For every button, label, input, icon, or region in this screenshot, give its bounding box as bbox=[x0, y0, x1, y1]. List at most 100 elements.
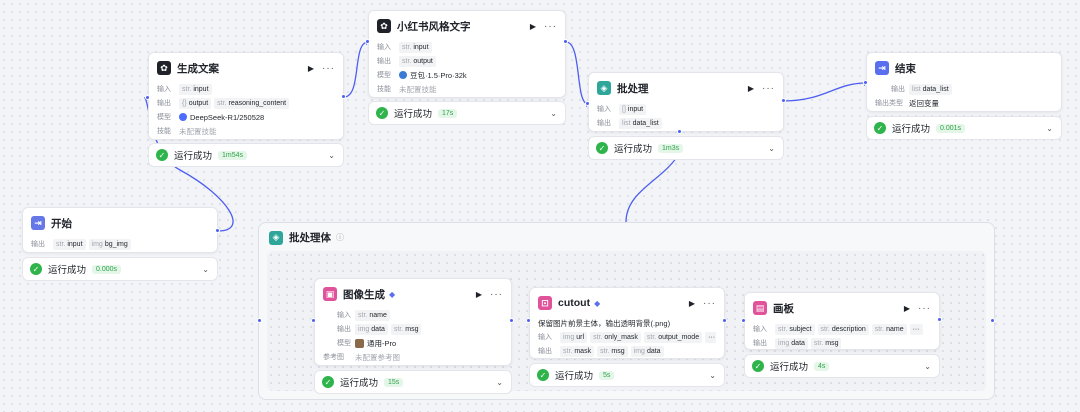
more-icon[interactable]: ··· bbox=[762, 83, 775, 94]
check-circle-icon: ✓ bbox=[537, 369, 549, 381]
llm-icon: ✿ bbox=[377, 19, 391, 33]
input-label: 输入 bbox=[337, 312, 351, 319]
input-port[interactable] bbox=[365, 39, 370, 44]
node-title: cutout bbox=[558, 297, 591, 309]
check-circle-icon: ✓ bbox=[752, 360, 764, 372]
output-port[interactable] bbox=[563, 39, 568, 44]
node-xhs-style[interactable]: ✿ 小红书风格文字 ▶ ··· 输入 str. input 输出 str. outp… bbox=[368, 10, 566, 98]
input-chip: str. output_mode bbox=[643, 331, 703, 343]
chevron-down-icon[interactable]: ⌄ bbox=[768, 144, 775, 153]
input-label: 输入 bbox=[597, 106, 611, 113]
output-chip: str. input bbox=[53, 238, 86, 250]
node-batch[interactable]: ◈ 批处理 ▶ ··· 输入 [] input 输出 list data_list bbox=[588, 72, 784, 132]
output-port[interactable] bbox=[781, 98, 786, 103]
doubao-logo-icon bbox=[399, 71, 407, 79]
time-badge: 4s bbox=[814, 361, 830, 371]
node-cutout[interactable]: ⊡ cutout ◆ ▶ ··· 保留图片前景主体，输出透明背景(.png) 输… bbox=[529, 287, 725, 359]
output-label: 输出 bbox=[31, 241, 45, 248]
model-value: 通用-Pro bbox=[367, 338, 397, 348]
chevron-down-icon[interactable]: ⌄ bbox=[550, 109, 557, 118]
play-icon[interactable]: ▶ bbox=[748, 84, 754, 93]
chevron-down-icon[interactable]: ⌄ bbox=[709, 371, 716, 380]
node-title: 生成文案 bbox=[177, 62, 219, 75]
model-label: 模型 bbox=[157, 114, 171, 121]
more-icon[interactable]: ··· bbox=[322, 63, 335, 74]
play-icon[interactable]: ▶ bbox=[689, 299, 695, 308]
info-icon[interactable]: ⓘ bbox=[336, 232, 344, 243]
model-thumbnail-icon bbox=[355, 338, 364, 348]
batch-body-output-port[interactable] bbox=[990, 318, 995, 323]
output-chip: str. msg bbox=[810, 337, 842, 349]
more-icon[interactable]: ··· bbox=[544, 21, 557, 32]
play-icon[interactable]: ▶ bbox=[476, 290, 482, 299]
batch-body-port[interactable] bbox=[677, 129, 682, 134]
node-end[interactable]: ⇥ 结束 输出 list data_list 输出类型 返回变量 bbox=[866, 52, 1062, 112]
output-chip: str. msg bbox=[597, 345, 628, 357]
input-port[interactable] bbox=[311, 318, 316, 323]
batch-body-input-port[interactable] bbox=[257, 318, 262, 323]
status-bar-start[interactable]: ✓ 运行成功 0.000s ⌄ bbox=[22, 257, 218, 281]
skill-value: 未配置技能 bbox=[399, 84, 437, 94]
more-inputs-chip[interactable]: ··· bbox=[705, 331, 716, 343]
input-chip: str. name bbox=[871, 323, 907, 335]
chevron-down-icon[interactable]: ⌄ bbox=[496, 378, 503, 387]
status-bar-batch[interactable]: ✓ 运行成功 1m3s ⌄ bbox=[588, 136, 784, 160]
input-port[interactable] bbox=[145, 95, 150, 100]
output-label: 输出 bbox=[337, 326, 351, 333]
output-type-label: 输出类型 bbox=[875, 100, 903, 107]
reference-label: 参考图 bbox=[323, 354, 344, 361]
status-bar-cutout[interactable]: ✓ 运行成功 5s ⌄ bbox=[529, 363, 725, 387]
output-port[interactable] bbox=[509, 318, 514, 323]
input-port[interactable] bbox=[741, 318, 746, 323]
output-type-value: 返回变量 bbox=[909, 98, 939, 108]
more-icon[interactable]: ··· bbox=[490, 289, 503, 300]
output-chip: str. msg bbox=[390, 323, 422, 335]
input-chip: str. name bbox=[355, 309, 390, 321]
node-canvas[interactable]: ▤ 画板 ▶ ··· 输入 str. subject str. descriptio… bbox=[744, 292, 940, 350]
model-value: DeepSeek-R1/250528 bbox=[190, 112, 265, 122]
output-chip: str. output bbox=[399, 55, 436, 67]
output-port[interactable] bbox=[341, 94, 346, 99]
status-text: 运行成功 bbox=[555, 371, 594, 382]
output-chip: str. reasoning_content bbox=[214, 97, 290, 109]
start-icon: ⇥ bbox=[31, 216, 45, 230]
status-bar-end[interactable]: ✓ 运行成功 0.001s ⌄ bbox=[866, 116, 1062, 140]
output-port[interactable] bbox=[215, 228, 220, 233]
play-icon[interactable]: ▶ bbox=[530, 22, 536, 31]
input-port[interactable] bbox=[585, 101, 590, 106]
status-bar-xhs-style[interactable]: ✓ 运行成功 17s ⌄ bbox=[368, 101, 566, 125]
input-port[interactable] bbox=[863, 80, 868, 85]
chevron-down-icon[interactable]: ⌄ bbox=[202, 265, 209, 274]
time-badge: 0.001s bbox=[936, 123, 966, 133]
input-label: 输入 bbox=[753, 326, 767, 333]
time-badge: 15s bbox=[384, 377, 404, 387]
input-port[interactable] bbox=[526, 318, 531, 323]
node-title: 小红书风格文字 bbox=[397, 20, 471, 33]
node-image-generation[interactable]: ▣ 图像生成 ◆ ▶ ··· 输入 str. name 输出 img data st… bbox=[314, 278, 512, 366]
model-value: 豆包·1.5·Pro·32k bbox=[410, 70, 467, 80]
output-label: 输出 bbox=[157, 100, 171, 107]
output-chip: img data bbox=[775, 337, 808, 349]
status-text: 运行成功 bbox=[174, 151, 213, 162]
canvas-icon: ▤ bbox=[753, 301, 767, 315]
play-icon[interactable]: ▶ bbox=[904, 304, 910, 313]
node-start[interactable]: ⇥ 开始 输出 str. input img bg_img bbox=[22, 207, 218, 253]
chevron-down-icon[interactable]: ⌄ bbox=[328, 151, 335, 160]
more-inputs-chip[interactable]: ··· bbox=[909, 323, 923, 335]
node-title: 开始 bbox=[51, 217, 72, 230]
play-icon[interactable]: ▶ bbox=[308, 64, 314, 73]
status-text: 运行成功 bbox=[770, 362, 809, 373]
status-bar-generate-copy[interactable]: ✓ 运行成功 1m54s ⌄ bbox=[148, 143, 344, 167]
chevron-down-icon[interactable]: ⌄ bbox=[924, 362, 931, 371]
more-icon[interactable]: ··· bbox=[918, 303, 931, 314]
status-bar-canvas[interactable]: ✓ 运行成功 4s ⌄ bbox=[744, 354, 940, 378]
check-circle-icon: ✓ bbox=[376, 107, 388, 119]
output-port[interactable] bbox=[937, 317, 942, 322]
status-bar-image-generation[interactable]: ✓ 运行成功 15s ⌄ bbox=[314, 370, 512, 394]
output-port[interactable] bbox=[722, 318, 727, 323]
node-generate-copy[interactable]: ✿ 生成文案 ▶ ··· 输入 str. input 输出 {} output st… bbox=[148, 52, 344, 140]
more-icon[interactable]: ··· bbox=[703, 298, 716, 309]
node-description: 保留图片前景主体，输出透明背景(.png) bbox=[538, 319, 671, 328]
output-chip: {} output bbox=[179, 97, 212, 109]
chevron-down-icon[interactable]: ⌄ bbox=[1046, 124, 1053, 133]
